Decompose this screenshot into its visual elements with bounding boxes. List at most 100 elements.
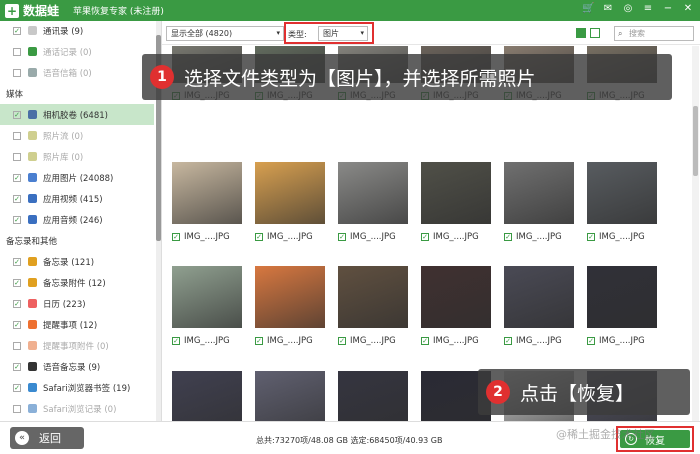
photo-checkbox[interactable]: ✓ bbox=[338, 337, 346, 345]
checkbox[interactable] bbox=[13, 152, 21, 161]
sidebar-item[interactable]: 提醒事项附件 (0) bbox=[0, 335, 154, 356]
photo-checkbox[interactable]: ✓ bbox=[172, 233, 180, 241]
sidebar-section-title: 备忘录和其他 bbox=[6, 237, 58, 247]
back-button[interactable]: « 返回 bbox=[10, 427, 84, 449]
cart-icon[interactable]: 🛒 bbox=[582, 3, 594, 14]
checkbox[interactable]: ✓ bbox=[13, 320, 21, 329]
photo-thumbnail[interactable] bbox=[338, 266, 408, 328]
photo-thumbnail[interactable] bbox=[255, 266, 325, 328]
sidebar-item[interactable]: ✓ 语音备忘录 (9) bbox=[0, 356, 154, 377]
photo-thumbnail[interactable] bbox=[172, 162, 242, 224]
sidebar-item-label: 备忘录 (121) bbox=[43, 257, 95, 268]
checkbox[interactable] bbox=[13, 341, 21, 350]
checkbox[interactable]: ✓ bbox=[13, 299, 21, 308]
chat-icon[interactable]: ◎ bbox=[622, 3, 634, 14]
checkbox[interactable] bbox=[13, 47, 21, 56]
sidebar-item[interactable]: ✓ 提醒事项 (12) bbox=[0, 314, 154, 335]
sidebar-item[interactable]: ✓ 备忘录附件 (12) bbox=[0, 272, 154, 293]
menu-icon[interactable]: ≡ bbox=[642, 3, 654, 14]
grid-view-icon[interactable] bbox=[576, 28, 586, 38]
photo-thumbnail[interactable] bbox=[587, 266, 657, 328]
photo-cell[interactable]: ✓IMG_....JPG bbox=[255, 371, 325, 421]
sidebar-item-label: 应用图片 (24088) bbox=[43, 173, 114, 184]
photo-cell[interactable]: ✓IMG_....JPG bbox=[587, 266, 657, 347]
minimize-icon[interactable]: − bbox=[662, 3, 674, 14]
sidebar-item[interactable]: ✓ 日历 (223) bbox=[0, 293, 154, 314]
photo-cell[interactable]: ✓IMG_....JPG bbox=[255, 162, 325, 243]
search-placeholder: 搜索 bbox=[629, 29, 645, 38]
photo-checkbox[interactable]: ✓ bbox=[504, 233, 512, 241]
photo-thumbnail[interactable] bbox=[172, 371, 242, 421]
sidebar-item[interactable]: ✓ 应用视频 (415) bbox=[0, 188, 154, 209]
photo-cell[interactable]: ✓IMG_....JPG bbox=[338, 162, 408, 243]
photo-checkbox[interactable]: ✓ bbox=[172, 337, 180, 345]
checkbox[interactable]: ✓ bbox=[13, 278, 21, 287]
category-icon bbox=[28, 110, 37, 119]
checkbox[interactable]: ✓ bbox=[13, 26, 21, 35]
checkbox[interactable]: ✓ bbox=[13, 383, 21, 392]
photo-cell[interactable]: ✓IMG_....JPG bbox=[338, 266, 408, 347]
photo-checkbox[interactable]: ✓ bbox=[587, 337, 595, 345]
checkbox[interactable]: ✓ bbox=[13, 215, 21, 224]
photo-checkbox[interactable]: ✓ bbox=[587, 233, 595, 241]
grid-scrollbar[interactable] bbox=[692, 46, 699, 421]
photo-thumbnail[interactable] bbox=[587, 162, 657, 224]
sidebar-item[interactable]: 语音信箱 (0) bbox=[0, 62, 154, 83]
photo-thumbnail[interactable] bbox=[255, 162, 325, 224]
back-label: 返回 bbox=[39, 432, 61, 445]
checkbox[interactable]: ✓ bbox=[13, 110, 21, 119]
photo-checkbox[interactable]: ✓ bbox=[504, 337, 512, 345]
category-icon bbox=[28, 215, 37, 224]
photo-thumbnail[interactable] bbox=[255, 371, 325, 421]
checkbox[interactable]: ✓ bbox=[13, 173, 21, 182]
mail-icon[interactable]: ✉ bbox=[602, 3, 614, 14]
search-input[interactable]: ⌕ 搜索 bbox=[614, 26, 694, 41]
sidebar: ✓ 通讯录 (9) 通话记录 (0) 语音信箱 (0) 媒体 ✓ 相机胶卷 (6481) 照片… bbox=[0, 21, 162, 421]
photo-filename: IMG_....JPG bbox=[516, 232, 562, 242]
photo-cell[interactable]: ✓IMG_....JPG bbox=[587, 162, 657, 243]
sidebar-item[interactable]: 照片流 (0) bbox=[0, 125, 154, 146]
sidebar-item[interactable]: ✓ 通讯录 (9) bbox=[0, 21, 154, 41]
close-icon[interactable]: ✕ bbox=[682, 3, 694, 14]
checkbox[interactable]: ✓ bbox=[13, 362, 21, 371]
photo-cell[interactable]: ✓IMG_....JPG bbox=[421, 162, 491, 243]
photo-checkbox[interactable]: ✓ bbox=[421, 337, 429, 345]
photo-cell[interactable]: ✓IMG_....JPG bbox=[255, 266, 325, 347]
checkbox[interactable]: ✓ bbox=[13, 257, 21, 266]
photo-cell[interactable]: ✓IMG_....JPG bbox=[172, 371, 242, 421]
sidebar-item[interactable]: ✓ 应用音频 (246) bbox=[0, 209, 154, 230]
filter-select[interactable]: 显示全部 (4820) ▾ bbox=[166, 26, 284, 41]
sidebar-item[interactable]: ✓ Safari浏览器书签 (19) bbox=[0, 377, 154, 398]
photo-thumbnail[interactable] bbox=[504, 266, 574, 328]
photo-cell[interactable]: ✓IMG_....JPG bbox=[504, 266, 574, 347]
photo-cell[interactable]: ✓IMG_....JPG bbox=[421, 266, 491, 347]
sidebar-item-label: 照片流 (0) bbox=[43, 131, 84, 142]
photo-thumbnail[interactable] bbox=[172, 266, 242, 328]
sidebar-item[interactable]: ✓ 备忘录 (121) bbox=[0, 251, 154, 272]
sidebar-item-label: 应用视频 (415) bbox=[43, 194, 103, 205]
checkbox[interactable] bbox=[13, 131, 21, 140]
photo-cell[interactable]: ✓ IMG_....JPG bbox=[504, 162, 574, 243]
photo-checkbox[interactable]: ✓ bbox=[421, 233, 429, 241]
photo-thumbnail[interactable] bbox=[504, 162, 574, 224]
photo-thumbnail[interactable] bbox=[338, 162, 408, 224]
checkbox[interactable] bbox=[13, 68, 21, 77]
sidebar-item[interactable]: 照片库 (0) bbox=[0, 146, 154, 167]
checkbox[interactable] bbox=[13, 404, 21, 413]
sidebar-item[interactable]: Safari浏览记录 (0) bbox=[0, 398, 154, 419]
photo-checkbox[interactable]: ✓ bbox=[255, 337, 263, 345]
sidebar-item[interactable]: ✓ 应用图片 (24088) bbox=[0, 167, 154, 188]
photo-thumbnail[interactable] bbox=[338, 371, 408, 421]
photo-thumbnail[interactable] bbox=[421, 266, 491, 328]
sidebar-item[interactable]: ✓ 相机胶卷 (6481) bbox=[0, 104, 154, 125]
photo-cell[interactable]: ✓IMG_....JPG bbox=[172, 266, 242, 347]
sidebar-item-label: 照片库 (0) bbox=[43, 152, 84, 163]
photo-thumbnail[interactable] bbox=[421, 162, 491, 224]
list-view-icon[interactable] bbox=[590, 28, 600, 38]
photo-cell[interactable]: ✓IMG_....JPG bbox=[338, 371, 408, 421]
photo-checkbox[interactable]: ✓ bbox=[338, 233, 346, 241]
sidebar-item[interactable]: 通话记录 (0) bbox=[0, 41, 154, 62]
photo-checkbox[interactable]: ✓ bbox=[255, 233, 263, 241]
checkbox[interactable]: ✓ bbox=[13, 194, 21, 203]
photo-cell[interactable]: ✓IMG_....JPG bbox=[172, 162, 242, 243]
